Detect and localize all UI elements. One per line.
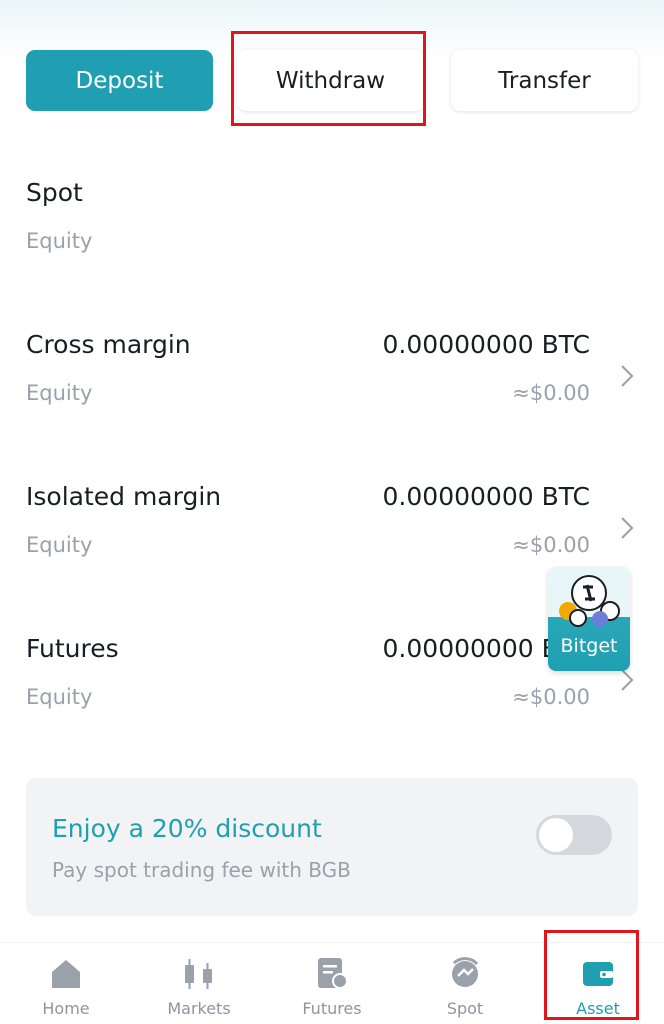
- nav-futures[interactable]: Futures: [266, 943, 398, 1024]
- nav-label: Home: [42, 999, 90, 1018]
- bgb-discount-card: Enjoy a 20% discount Pay spot trading fe…: [26, 778, 638, 916]
- account-subtitle: Equity: [26, 229, 93, 253]
- nav-label: Futures: [302, 999, 362, 1018]
- account-usd-value: ≈$0.00: [512, 381, 590, 405]
- nav-label: Markets: [167, 999, 231, 1018]
- chevron-right-icon: [621, 365, 634, 387]
- promo-title: Enjoy a 20% discount: [52, 814, 322, 843]
- toggle-knob: [539, 818, 573, 852]
- chevron-right-icon: [621, 669, 634, 691]
- account-title: Spot: [26, 178, 83, 207]
- account-futures[interactable]: Futures Equity 0.00000000 BTC ≈$0.00: [26, 634, 638, 734]
- badge-label: Bitget: [560, 635, 618, 657]
- futures-icon: [318, 958, 348, 989]
- home-icon: [52, 960, 80, 988]
- account-isolated-margin[interactable]: Isolated margin Equity 0.00000000 BTC ≈$…: [26, 482, 638, 582]
- chevron-right-icon: [621, 517, 634, 539]
- account-btc-value: 0.00000000 BTC: [382, 330, 590, 359]
- account-subtitle: Equity: [26, 533, 93, 557]
- nav-label: Spot: [446, 999, 484, 1018]
- account-usd-value: ≈$0.00: [512, 685, 590, 709]
- account-usd-value: ≈$0.00: [512, 533, 590, 557]
- transfer-button[interactable]: Transfer: [451, 50, 638, 111]
- promo-subtitle: Pay spot trading fee with BGB: [52, 858, 351, 882]
- spot-icon: [452, 957, 479, 987]
- deposit-button[interactable]: Deposit: [26, 50, 213, 111]
- asset-highlight-box: [544, 930, 639, 1020]
- account-subtitle: Equity: [26, 381, 93, 405]
- account-title: Isolated margin: [26, 482, 222, 511]
- account-title: Cross margin: [26, 330, 191, 359]
- nav-markets[interactable]: Markets: [133, 943, 265, 1024]
- withdraw-highlight-box: [231, 31, 426, 126]
- nav-spot[interactable]: Spot: [399, 943, 531, 1024]
- candlestick-icon: [185, 959, 212, 989]
- account-btc-value: 0.00000000 BTC: [382, 482, 590, 511]
- account-title: Futures: [26, 634, 119, 663]
- coins-icon: [559, 575, 620, 627]
- account-subtitle: Equity: [26, 685, 93, 709]
- bgb-fee-toggle[interactable]: [536, 815, 612, 855]
- bitget-floating-badge[interactable]: Bitget: [548, 567, 630, 671]
- account-spot[interactable]: Spot Equity: [26, 178, 638, 278]
- nav-home[interactable]: Home: [0, 943, 132, 1024]
- account-cross-margin[interactable]: Cross margin Equity 0.00000000 BTC ≈$0.0…: [26, 330, 638, 430]
